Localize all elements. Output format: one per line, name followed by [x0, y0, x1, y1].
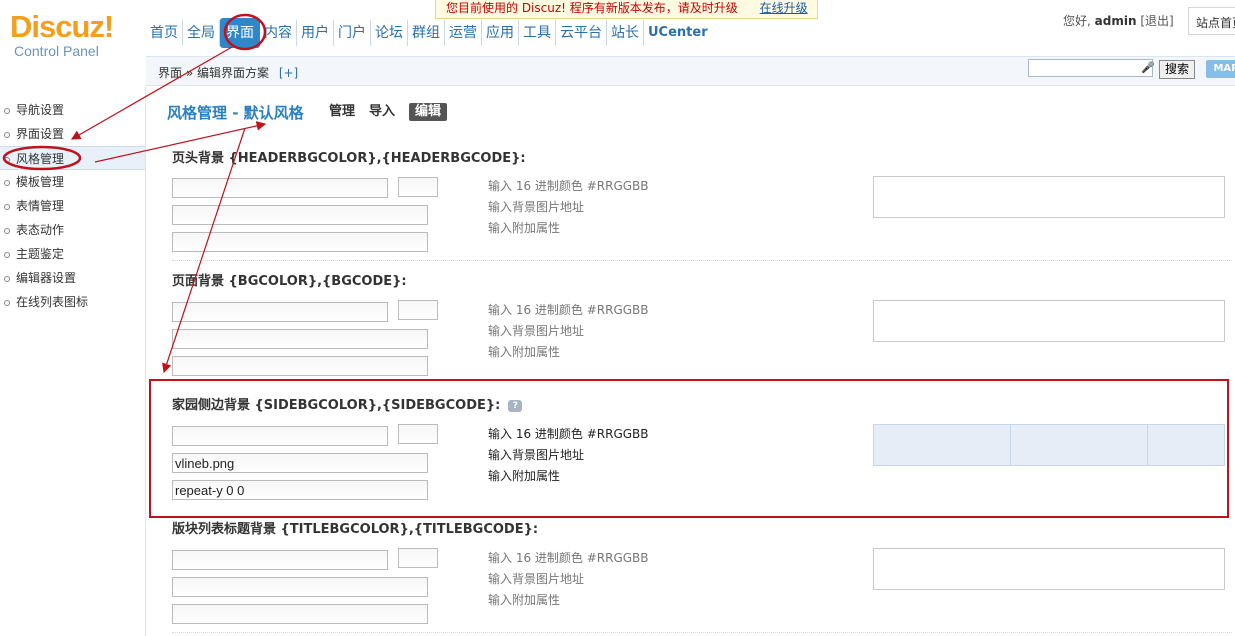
update-notice: 您目前使用的 Discuz! 程序有新版本发布，请及时升级 在线升级: [435, 0, 818, 19]
username: admin: [1094, 14, 1137, 28]
section-title: 页头背景 {HEADERBGCOLOR},{HEADERBGCODE}:: [172, 151, 526, 166]
nav-ucenter[interactable]: UCenter: [644, 20, 712, 46]
color-input[interactable]: [172, 550, 388, 570]
map-button[interactable]: MAP: [1206, 60, 1235, 78]
extra-attr-input[interactable]: [172, 604, 428, 624]
nav-portal[interactable]: 门户: [334, 20, 371, 46]
preview-box: [873, 300, 1225, 342]
sidebar-item-template-management[interactable]: 模板管理: [0, 170, 145, 194]
main-nav: 首页 全局 界面 内容 用户 门户 论坛 群组 运营 应用 工具 云平台 站长 …: [146, 18, 712, 48]
image-hint: 输入背景图片地址: [488, 572, 585, 586]
nav-operation[interactable]: 运营: [445, 20, 482, 46]
sidebar-item-smilies-management[interactable]: 表情管理: [0, 194, 145, 218]
logout-link[interactable]: [退出]: [1140, 14, 1173, 28]
site-index-button[interactable]: 站点首页: [1188, 7, 1235, 35]
extra-hint: 输入附加属性: [488, 593, 561, 607]
sidebar-item-interface-settings[interactable]: 界面设置: [0, 122, 145, 146]
main-content: 风格管理 - 默认风格 管理 导入 编辑 页头背景 {HEADERBGCOLOR…: [152, 86, 1235, 636]
section-title: 页面背景 {BGCOLOR},{BGCODE}:: [172, 274, 407, 289]
nav-interface[interactable]: 界面: [220, 18, 260, 48]
nav-forum[interactable]: 论坛: [371, 20, 408, 46]
extra-attr-input[interactable]: [172, 232, 428, 252]
image-hint: 输入背景图片地址: [488, 200, 585, 214]
color-hint: 输入 16 进制颜色 #RRGGBB: [488, 179, 649, 193]
tab-manage[interactable]: 管理: [329, 103, 355, 121]
nav-content[interactable]: 内容: [260, 20, 297, 46]
page-tabs: 管理 导入 编辑: [329, 103, 461, 121]
logo-subtitle: Control Panel: [14, 43, 99, 59]
microphone-icon[interactable]: 🎤: [1141, 61, 1155, 74]
nav-cloud[interactable]: 云平台: [556, 20, 607, 46]
online-upgrade-link[interactable]: 在线升级: [760, 1, 808, 15]
extra-hint: 输入附加属性: [488, 221, 561, 235]
nav-global[interactable]: 全局: [183, 20, 220, 46]
nav-tools[interactable]: 工具: [519, 20, 556, 46]
top-header: Discuz! Control Panel 您目前使用的 Discuz! 程序有…: [0, 0, 1235, 58]
nav-group[interactable]: 群组: [408, 20, 445, 46]
annotation-highlight-box: [149, 379, 1229, 518]
add-shortcut-link[interactable]: [+]: [279, 66, 298, 80]
color-swatch[interactable]: [398, 177, 438, 197]
color-input[interactable]: [172, 178, 388, 198]
extra-hint: 输入附加属性: [488, 345, 561, 359]
image-url-input[interactable]: [172, 205, 428, 225]
search-button[interactable]: 搜索: [1159, 60, 1195, 79]
divider: [172, 260, 1232, 261]
preview-box: [873, 176, 1225, 218]
sidebar-item-style-management[interactable]: 风格管理: [0, 146, 145, 170]
nav-users[interactable]: 用户: [297, 20, 334, 46]
nav-apps[interactable]: 应用: [482, 20, 519, 46]
sidebar-item-thread-stamps[interactable]: 主题鉴定: [0, 242, 145, 266]
nav-home[interactable]: 首页: [146, 20, 183, 46]
user-bar: 您好, admin [退出]: [1063, 12, 1174, 29]
sidebar: 导航设置 界面设置 风格管理 模板管理 表情管理 表态动作 主题鉴定 编辑器设置…: [0, 86, 146, 636]
color-swatch[interactable]: [398, 548, 438, 568]
color-hint: 输入 16 进制颜色 #RRGGBB: [488, 551, 649, 565]
color-hint: 输入 16 进制颜色 #RRGGBB: [488, 303, 649, 317]
sidebar-item-click-actions[interactable]: 表态动作: [0, 218, 145, 242]
color-input[interactable]: [172, 302, 388, 322]
sidebar-item-nav-settings[interactable]: 导航设置: [0, 98, 145, 122]
section-title: 版块列表标题背景 {TITLEBGCOLOR},{TITLEBGCODE}:: [172, 522, 539, 537]
breadcrumb: 界面 » 编辑界面方案 [+]: [158, 64, 298, 81]
divider: [172, 632, 1232, 633]
nav-webmaster[interactable]: 站长: [607, 20, 644, 46]
tab-import[interactable]: 导入: [369, 103, 395, 121]
sidebar-item-online-list-icons[interactable]: 在线列表图标: [0, 290, 145, 314]
color-swatch[interactable]: [398, 300, 438, 320]
update-notice-text: 您目前使用的 Discuz! 程序有新版本发布，请及时升级: [446, 1, 738, 15]
breadcrumb-path: 界面 » 编辑界面方案: [158, 66, 269, 80]
sub-header: 界面 » 编辑界面方案 [+] 🎤 搜索 MAP: [146, 56, 1235, 86]
logo-title: Discuz!: [10, 9, 114, 44]
extra-attr-input[interactable]: [172, 356, 428, 376]
preview-box: [873, 548, 1225, 590]
search-input[interactable]: 🎤: [1028, 59, 1155, 77]
greeting: 您好,: [1063, 14, 1091, 28]
sidebar-item-editor-settings[interactable]: 编辑器设置: [0, 266, 145, 290]
image-url-input[interactable]: [172, 577, 428, 597]
tab-edit[interactable]: 编辑: [409, 103, 448, 121]
image-url-input[interactable]: [172, 329, 428, 349]
page-title: 风格管理 - 默认风格: [167, 104, 304, 122]
logo[interactable]: Discuz! Control Panel: [10, 9, 114, 59]
image-hint: 输入背景图片地址: [488, 324, 585, 338]
